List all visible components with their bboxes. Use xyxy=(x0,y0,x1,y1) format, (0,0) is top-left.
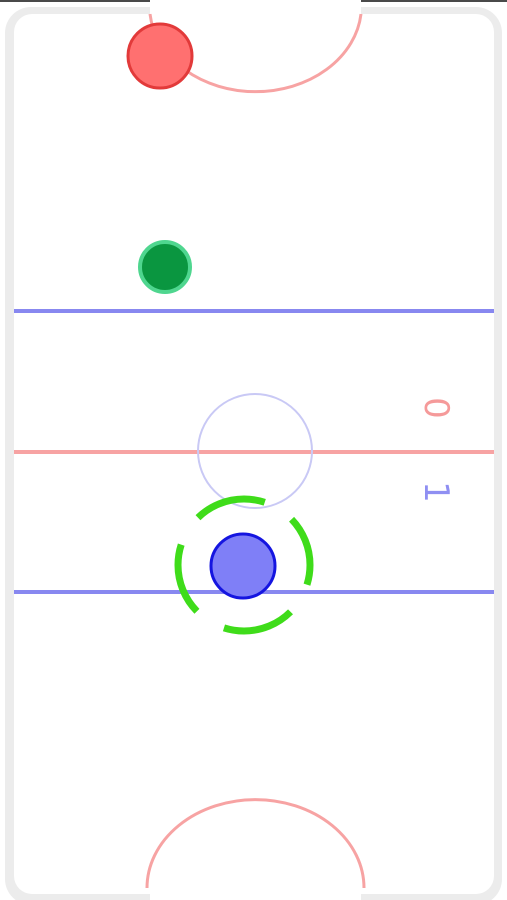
bottom-goal-opening xyxy=(150,886,361,900)
blue-score: 1 xyxy=(416,481,456,503)
puck xyxy=(138,240,192,294)
center-red-line xyxy=(14,450,494,454)
air-hockey-game[interactable]: 0 1 xyxy=(0,0,507,900)
upper-blue-line xyxy=(14,309,494,313)
red-score: 0 xyxy=(416,397,456,419)
red-paddle xyxy=(126,22,194,90)
top-goal-opening xyxy=(150,0,361,16)
rink[interactable] xyxy=(0,0,507,900)
blue-paddle[interactable] xyxy=(209,532,277,600)
